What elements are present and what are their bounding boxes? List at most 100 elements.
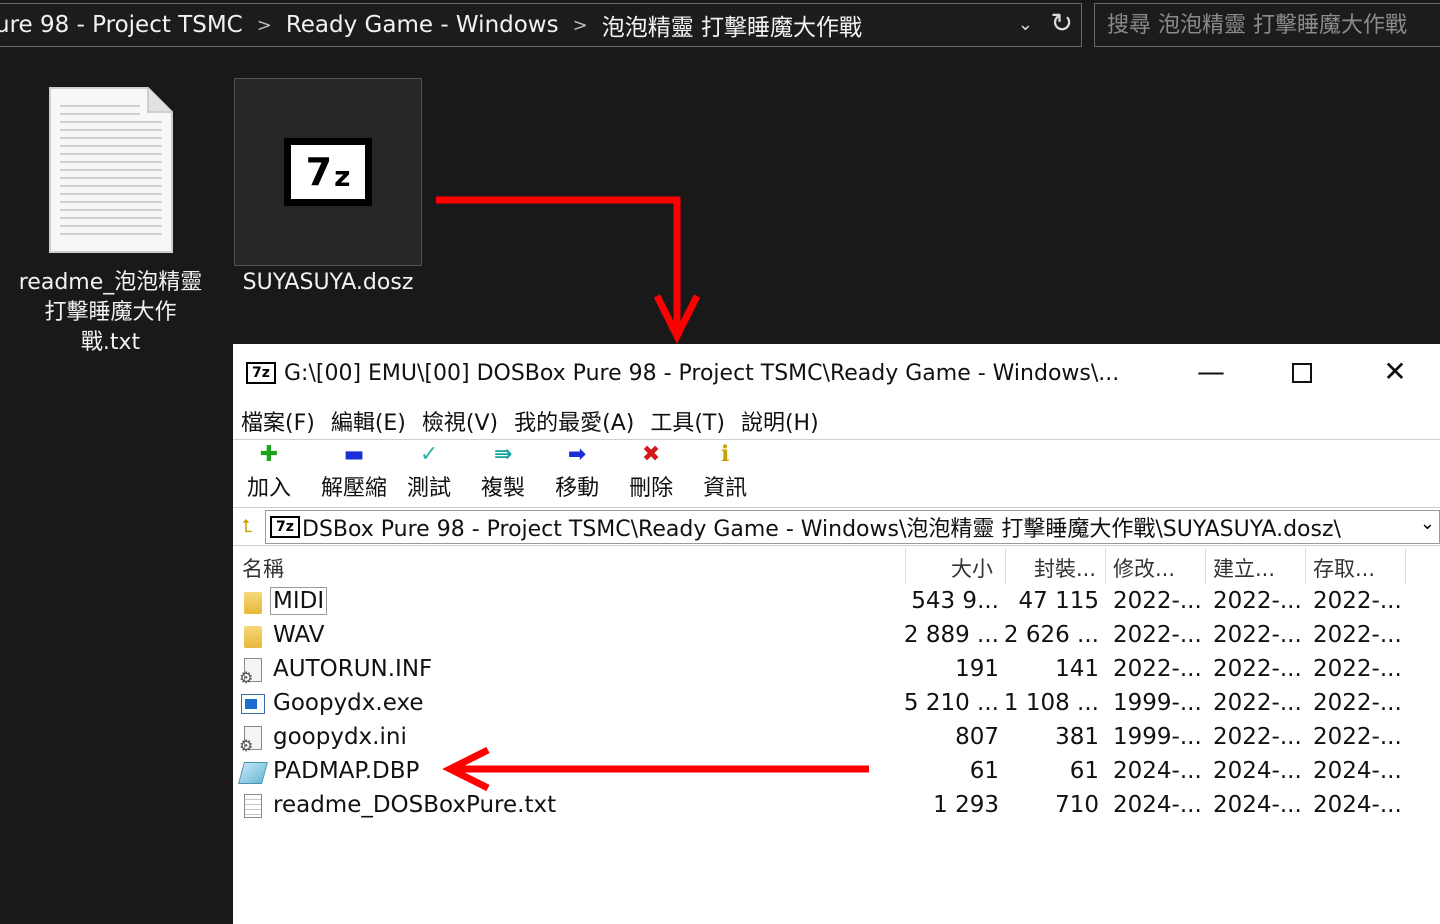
menu-edit[interactable]: 編輯(E) [331, 405, 406, 437]
column-divider[interactable] [1405, 548, 1406, 584]
row-name: WAV [273, 622, 325, 648]
column-created[interactable]: 建立... [1213, 553, 1275, 583]
folder-icon [241, 590, 265, 616]
file-selection-box: 7z [234, 78, 422, 266]
row-created: 2022-... [1213, 724, 1302, 750]
row-name: PADMAP.DBP [273, 758, 420, 784]
add-button[interactable]: ✚ 加入 [247, 442, 291, 502]
row-size: 543 9... [911, 588, 999, 614]
path-text: DSBox Pure 98 - Project TSMC\Ready Game … [302, 517, 1341, 542]
table-row[interactable]: WAV 2 889 ... 2 626 ... 2022-... 2022-..… [233, 620, 1440, 654]
column-packed[interactable]: 封裝... [1034, 553, 1096, 583]
row-modified: 1999-... [1113, 690, 1202, 716]
file-list: 名稱 大小 封裝... 修改... 建立... 存取... MIDI 543 9… [233, 546, 1440, 824]
row-name: Goopydx.exe [273, 690, 424, 716]
delete-x-icon: ✖ [641, 442, 661, 467]
address-bar[interactable]: ure 98 - Project TSMC > Ready Game - Win… [0, 3, 1082, 47]
file-suyasuya-dosz[interactable]: 7z SUYASUYA.dosz [234, 78, 422, 298]
row-name: MIDI [269, 587, 328, 615]
table-row[interactable]: goopydx.ini 807 381 1999-... 2022-... 20… [233, 722, 1440, 756]
chevron-right-icon: > [256, 14, 272, 36]
7zip-app-icon: 7z [270, 516, 300, 538]
window-title: G:\[00] EMU\[00] DOSBox Pure 98 - Projec… [284, 360, 1120, 386]
row-modified: 2024-... [1113, 792, 1202, 818]
column-accessed[interactable]: 存取... [1313, 553, 1375, 583]
row-packed: 141 [1055, 656, 1099, 682]
up-folder-icon[interactable]: ⮤ [233, 516, 261, 537]
column-divider[interactable] [1105, 548, 1106, 584]
row-packed: 47 115 [1018, 588, 1099, 614]
column-divider[interactable] [1305, 548, 1306, 584]
row-modified: 2022-... [1113, 656, 1202, 682]
table-row[interactable]: readme_DOSBoxPure.txt 1 293 710 2024-...… [233, 790, 1440, 824]
chevron-right-icon: > [572, 14, 588, 36]
move-button[interactable]: ➡ 移動 [555, 442, 599, 502]
search-box[interactable] [1094, 3, 1440, 47]
search-input[interactable] [1095, 4, 1440, 46]
row-name: goopydx.ini [273, 724, 407, 750]
row-size: 5 210 ... [903, 690, 999, 716]
file-readme-txt[interactable]: readme_泡泡精靈 打擊睡魔大作戰.txt [18, 86, 203, 358]
row-size: 807 [955, 724, 999, 750]
row-packed: 1 108 ... [1003, 690, 1099, 716]
path-combobox[interactable]: 7z DSBox Pure 98 - Project TSMC\Ready Ga… [265, 510, 1440, 544]
info-label: 資訊 [703, 476, 748, 501]
info-icon: ℹ [720, 442, 730, 467]
chevron-down-icon[interactable]: ⌄ [1413, 513, 1435, 534]
row-modified: 2022-... [1113, 588, 1202, 614]
add-label: 加入 [247, 476, 292, 501]
7zip-app-icon: 7z [246, 362, 276, 384]
delete-button[interactable]: ✖ 刪除 [629, 442, 673, 502]
config-file-icon [239, 658, 265, 687]
column-name[interactable]: 名稱 [242, 553, 284, 583]
column-divider[interactable] [1005, 548, 1006, 584]
row-accessed: 2022-... [1313, 656, 1402, 682]
title-bar[interactable]: 7z G:\[00] EMU\[00] DOSBox Pure 98 - Pro… [233, 344, 1440, 402]
breadcrumb-3[interactable]: 泡泡精靈 打擊睡魔大作戰 [602, 8, 862, 42]
row-created: 2024-... [1213, 758, 1302, 784]
extract-label: 解壓縮 [321, 476, 388, 501]
extract-button[interactable]: ▬ 解壓縮 [321, 442, 387, 502]
delete-label: 刪除 [629, 476, 674, 501]
row-accessed: 2024-... [1313, 792, 1402, 818]
menu-favorites[interactable]: 我的最愛(A) [514, 405, 634, 437]
explorer-topbar: ure 98 - Project TSMC > Ready Game - Win… [0, 0, 1440, 58]
row-accessed: 2024-... [1313, 758, 1402, 784]
breadcrumb-2[interactable]: Ready Game - Windows [286, 12, 559, 38]
row-size: 61 [969, 758, 999, 784]
chevron-down-icon[interactable]: ⌄ [1018, 14, 1033, 35]
table-row[interactable]: PADMAP.DBP 61 61 2024-... 2024-... 2024-… [233, 756, 1440, 790]
column-divider[interactable] [905, 548, 906, 584]
row-accessed: 2022-... [1313, 724, 1402, 750]
row-modified: 2022-... [1113, 622, 1202, 648]
column-divider[interactable] [1205, 548, 1206, 584]
dbp-file-icon [238, 760, 268, 786]
column-size[interactable]: 大小 [951, 553, 993, 583]
row-size: 1 293 [933, 792, 999, 818]
menu-tools[interactable]: 工具(T) [650, 405, 725, 437]
minimize-button[interactable]: — [1191, 352, 1231, 392]
menu-file[interactable]: 檔案(F) [241, 405, 315, 437]
minus-icon: ▬ [343, 442, 365, 467]
menu-view[interactable]: 檢視(V) [422, 405, 498, 437]
test-button[interactable]: ✓ 測試 [407, 442, 451, 502]
close-button[interactable]: ✕ [1375, 352, 1415, 392]
table-row[interactable]: AUTORUN.INF 191 141 2022-... 2022-... 20… [233, 654, 1440, 688]
row-created: 2022-... [1213, 588, 1302, 614]
column-modified[interactable]: 修改... [1113, 553, 1175, 583]
toolbar: ✚ 加入 ▬ 解壓縮 ✓ 測試 ⇛ 複製 ➡ 移動 ✖ 刪除 ℹ 資訊 [233, 440, 1440, 508]
menu-help[interactable]: 說明(H) [741, 405, 819, 437]
info-button[interactable]: ℹ 資訊 [703, 442, 747, 502]
maximize-button[interactable] [1282, 352, 1322, 392]
refresh-icon[interactable]: ↻ [1050, 8, 1073, 39]
table-row[interactable]: MIDI 543 9... 47 115 2022-... 2022-... 2… [233, 586, 1440, 620]
breadcrumb-1[interactable]: ure 98 - Project TSMC [0, 12, 243, 38]
text-file-icon [241, 794, 265, 820]
row-packed: 61 [1069, 758, 1099, 784]
file-label: SUYASUYA.dosz [242, 270, 414, 295]
copy-button[interactable]: ⇛ 複製 [481, 442, 525, 502]
check-icon: ✓ [419, 442, 439, 467]
table-row[interactable]: Goopydx.exe 5 210 ... 1 108 ... 1999-...… [233, 688, 1440, 722]
maximize-icon [1292, 363, 1312, 383]
text-file-icon [48, 86, 174, 254]
